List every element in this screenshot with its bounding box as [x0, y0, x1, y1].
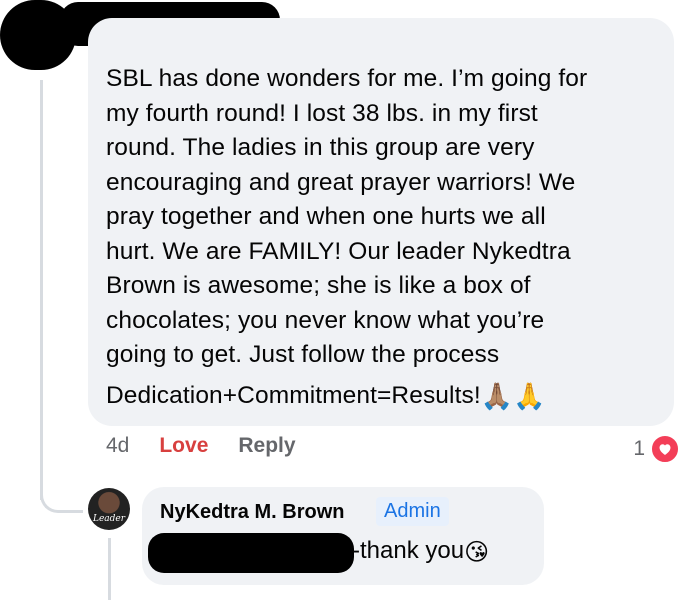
comment-line: encouraging and great prayer warriors! W…	[106, 168, 576, 196]
comment-line-last: Dedication+Commitment=Results!🙏🏽🙏	[106, 379, 662, 414]
comment-line: going to get. Just follow the process	[106, 341, 500, 368]
comment-line: hurt. We are FAMILY! Our leader Nykedtra	[106, 237, 571, 265]
comment-line: my fourth round! I lost 38 lbs. in my fi…	[106, 99, 538, 127]
comment-text: SBL has done wonders for me. I’m going f…	[106, 62, 662, 413]
avatar[interactable]: Leader	[88, 488, 130, 530]
avatar-text: Leader	[92, 514, 126, 524]
reply-button[interactable]: Reply	[238, 434, 295, 458]
reply-text-content: -thank you	[352, 537, 465, 564]
thread-line-vertical	[40, 80, 43, 500]
comment-actions: 4d Love Reply	[106, 434, 296, 458]
reply-text: -thank you😘	[352, 537, 489, 567]
heart-icon	[650, 434, 680, 464]
thread-line-child	[108, 538, 111, 600]
comment-line: Dedication+Commitment=Results!	[106, 381, 481, 409]
redacted-mention	[148, 533, 354, 573]
kiss-emoji: 😘	[464, 539, 490, 566]
reply-bubble: NyKedtra M. Brown Admin -thank you😘	[142, 487, 544, 585]
love-button[interactable]: Love	[159, 434, 208, 458]
admin-badge: Admin	[376, 497, 449, 526]
comment-bubble: SBL has done wonders for me. I’m going f…	[88, 18, 674, 426]
comment-line: pray together and when one hurts we all	[106, 203, 546, 230]
comment-line: SBL has done wonders for me. I’m going f…	[106, 65, 588, 92]
praying-hands-emoji: 🙏🏽🙏	[480, 380, 546, 411]
thread-line-curve	[40, 490, 83, 513]
comment-line: round. The ladies in this group are very	[106, 134, 535, 161]
comment-timestamp[interactable]: 4d	[106, 434, 129, 458]
reply-author-name[interactable]: NyKedtra M. Brown	[160, 501, 344, 524]
comment-line: chocolates; you never know what you’re	[106, 306, 545, 334]
reaction-count: 1	[633, 437, 645, 460]
reaction-summary[interactable]: 1	[633, 434, 680, 464]
comment-line: Brown is awesome; she is like a box of	[106, 272, 531, 299]
